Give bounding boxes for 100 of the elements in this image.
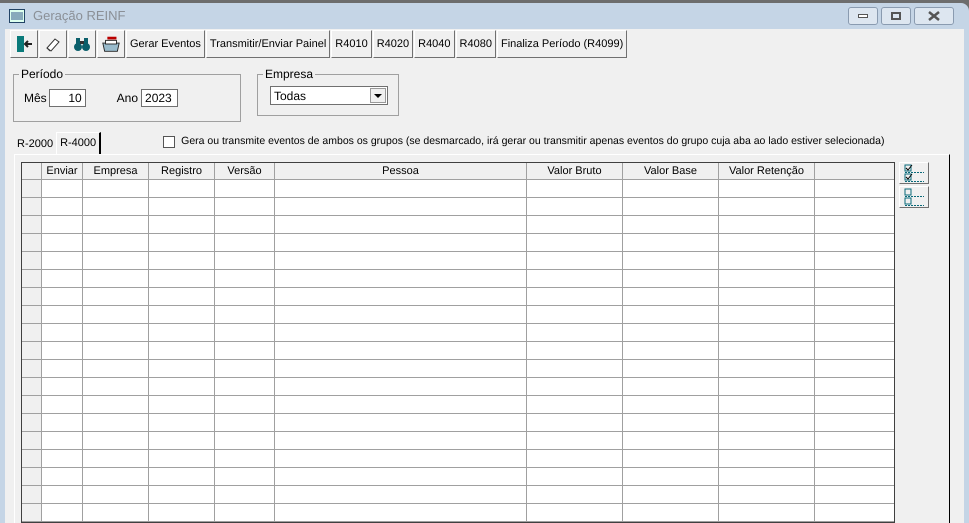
table-cell[interactable] [275, 180, 527, 198]
year-field[interactable]: 2023 [141, 89, 178, 107]
table-cell[interactable] [275, 468, 527, 486]
table-cell[interactable] [527, 252, 623, 270]
table-cell[interactable] [215, 450, 275, 468]
table-cell[interactable] [42, 216, 83, 234]
toolbar-button[interactable]: R4040 [414, 30, 455, 58]
table-cell[interactable] [83, 180, 149, 198]
table-cell[interactable] [149, 324, 215, 342]
table-cell[interactable] [623, 468, 719, 486]
table-cell[interactable] [215, 270, 275, 288]
table-cell[interactable] [719, 468, 815, 486]
table-cell[interactable] [719, 270, 815, 288]
table-cell[interactable] [42, 306, 83, 324]
toolbar-button[interactable] [39, 30, 67, 58]
table-cell[interactable] [527, 378, 623, 396]
table-cell[interactable] [215, 306, 275, 324]
table-cell[interactable] [42, 270, 83, 288]
month-field[interactable]: 10 [48, 89, 86, 107]
table-cell[interactable] [149, 216, 215, 234]
table-cell[interactable] [815, 450, 894, 468]
table-cell[interactable] [83, 198, 149, 216]
table-cell[interactable] [215, 342, 275, 360]
table-cell[interactable] [719, 360, 815, 378]
close-button[interactable] [914, 7, 954, 25]
table-cell[interactable] [623, 360, 719, 378]
table-cell[interactable] [623, 450, 719, 468]
table-cell[interactable] [527, 198, 623, 216]
toolbar-button[interactable]: R4010 [331, 30, 372, 58]
table-cell[interactable] [275, 504, 527, 522]
table-cell[interactable] [719, 234, 815, 252]
table-cell[interactable] [215, 378, 275, 396]
table-cell[interactable] [42, 324, 83, 342]
table-cell[interactable] [815, 342, 894, 360]
table-cell[interactable] [275, 360, 527, 378]
table-cell[interactable] [527, 306, 623, 324]
table-cell[interactable] [623, 180, 719, 198]
table-cell[interactable] [83, 450, 149, 468]
table-cell[interactable] [527, 504, 623, 522]
table-cell[interactable] [42, 378, 83, 396]
table-cell[interactable] [719, 198, 815, 216]
table-cell[interactable] [83, 378, 149, 396]
toolbar-button[interactable]: R4020 [372, 30, 414, 58]
toolbar-button[interactable]: Gerar Eventos [126, 30, 205, 58]
table-cell[interactable] [719, 288, 815, 306]
tab[interactable]: R-4000 [56, 132, 102, 154]
table-cell[interactable] [719, 504, 815, 522]
table-cell[interactable] [623, 234, 719, 252]
table-cell[interactable] [42, 396, 83, 414]
table-cell[interactable] [719, 342, 815, 360]
table-cell[interactable] [815, 306, 894, 324]
table-cell[interactable] [815, 378, 894, 396]
table-cell[interactable] [275, 342, 527, 360]
check-all-button[interactable] [899, 162, 929, 184]
table-cell[interactable] [149, 486, 215, 504]
table-cell[interactable] [275, 216, 527, 234]
table-cell[interactable] [275, 252, 527, 270]
table-cell[interactable] [275, 288, 527, 306]
table-cell[interactable] [83, 432, 149, 450]
table-cell[interactable] [42, 414, 83, 432]
table-cell[interactable] [83, 216, 149, 234]
table-cell[interactable] [719, 414, 815, 432]
table-cell[interactable] [815, 486, 894, 504]
table-cell[interactable] [42, 360, 83, 378]
table-cell[interactable] [719, 252, 815, 270]
table-cell[interactable] [83, 288, 149, 306]
table-cell[interactable] [623, 324, 719, 342]
table-cell[interactable] [275, 306, 527, 324]
table-cell[interactable] [815, 180, 894, 198]
table-cell[interactable] [215, 252, 275, 270]
toolbar-button[interactable] [68, 30, 96, 58]
table-cell[interactable] [719, 306, 815, 324]
table-cell[interactable] [149, 396, 215, 414]
uncheck-all-button[interactable] [899, 186, 929, 208]
table-cell[interactable] [42, 504, 83, 522]
table-cell[interactable] [215, 216, 275, 234]
table-cell[interactable] [149, 414, 215, 432]
table-cell[interactable] [527, 180, 623, 198]
table-cell[interactable] [149, 288, 215, 306]
table-cell[interactable] [275, 486, 527, 504]
table-cell[interactable] [527, 432, 623, 450]
toolbar-button[interactable] [97, 30, 125, 58]
table-cell[interactable] [149, 468, 215, 486]
table-cell[interactable] [149, 306, 215, 324]
table-cell[interactable] [815, 216, 894, 234]
table-cell[interactable] [83, 486, 149, 504]
table-cell[interactable] [719, 324, 815, 342]
table-cell[interactable] [83, 342, 149, 360]
table-cell[interactable] [149, 432, 215, 450]
table-cell[interactable] [149, 252, 215, 270]
table-cell[interactable] [83, 270, 149, 288]
toolbar-button[interactable]: Finaliza Período (R4099) [496, 30, 628, 58]
table-cell[interactable] [275, 324, 527, 342]
table-cell[interactable] [83, 414, 149, 432]
toolbar-button[interactable] [10, 30, 38, 58]
table-cell[interactable] [149, 360, 215, 378]
table-cell[interactable] [623, 270, 719, 288]
table-cell[interactable] [149, 180, 215, 198]
table-cell[interactable] [623, 288, 719, 306]
table-cell[interactable] [815, 252, 894, 270]
